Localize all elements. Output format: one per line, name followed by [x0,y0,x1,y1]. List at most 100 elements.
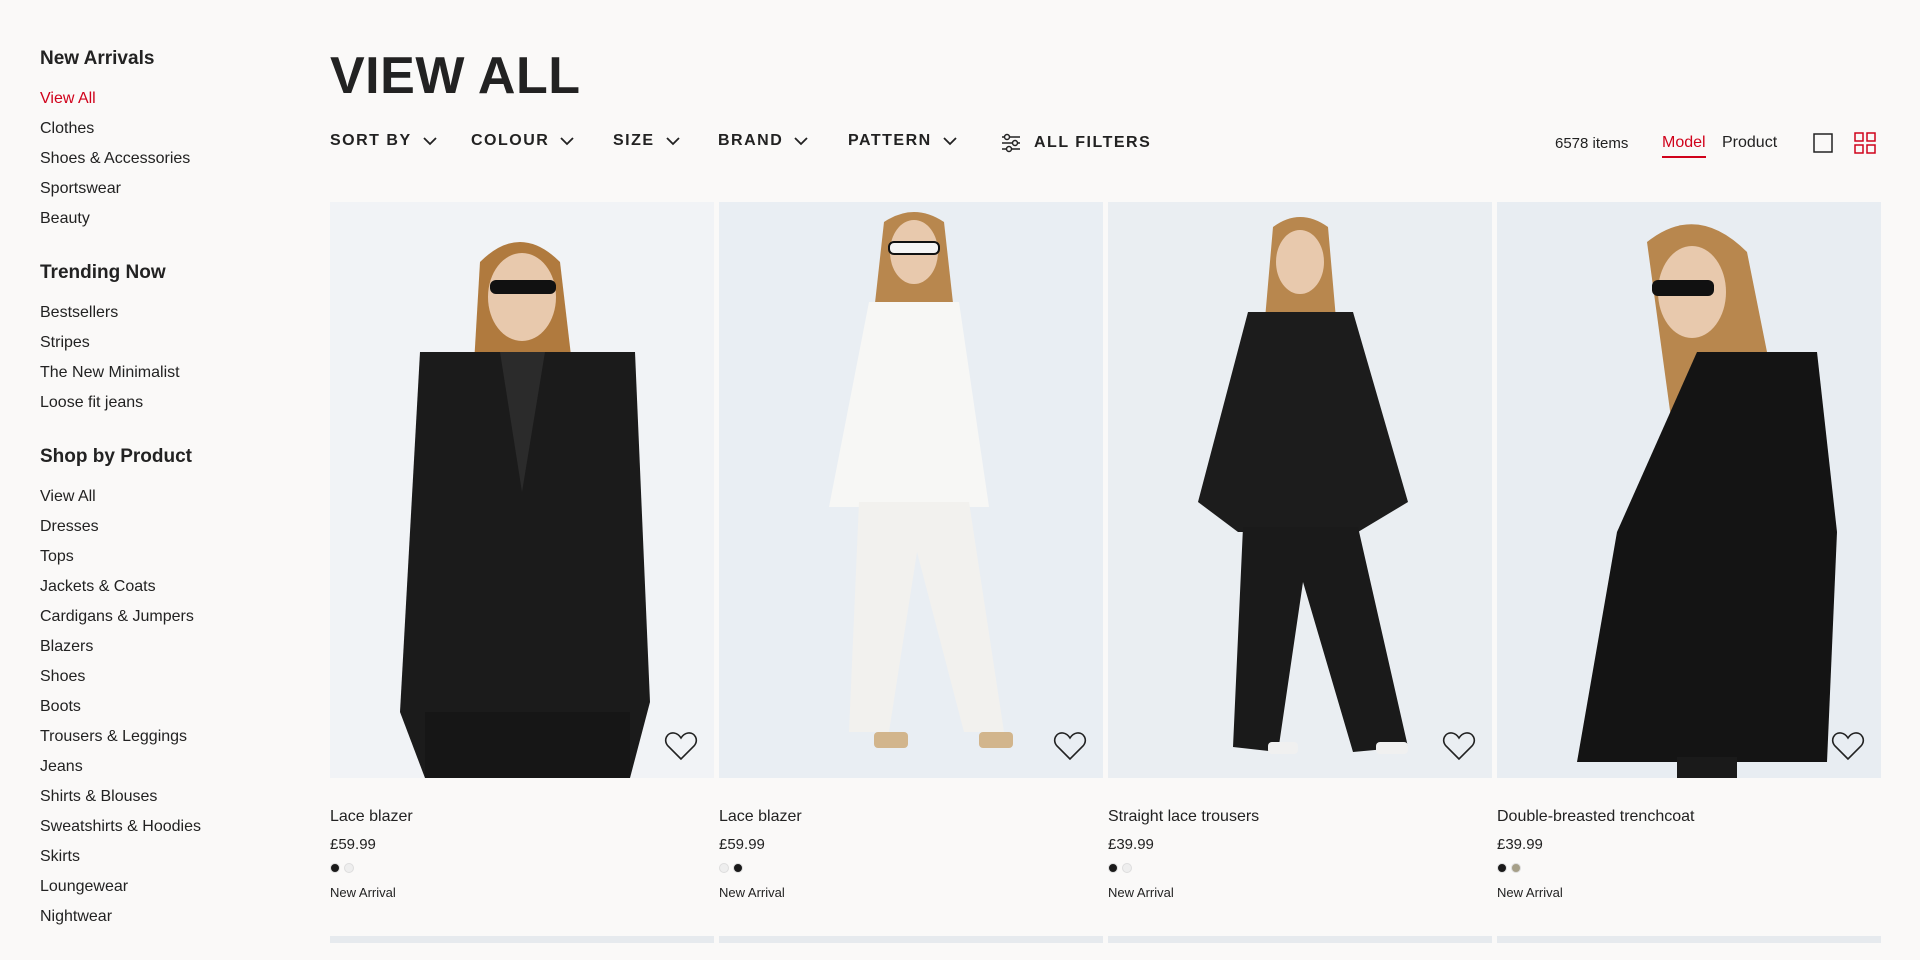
product-photo [400,242,650,778]
sort-by-dropdown[interactable]: SORT BY [330,132,438,150]
product-photo [1198,217,1408,754]
square-icon[interactable] [1812,132,1834,154]
chevron-down-icon [422,137,437,146]
size-dropdown[interactable]: SIZE [613,132,681,150]
sidebar-section-shop-by-product: Shop by Product View All Dresses Tops Ja… [40,446,270,932]
sidebar-section-new-arrivals: New Arrivals View All Clothes Shoes & Ac… [40,48,270,234]
sidebar-item-loungewear[interactable]: Loungewear [40,872,270,902]
colour-dropdown[interactable]: COLOUR [471,132,575,150]
sidebar-item-dresses[interactable]: Dresses [40,512,270,542]
all-filters-button[interactable]: ALL FILTERS [1000,132,1151,154]
product-card-next-row [719,936,1103,943]
product-card-next-row [330,936,714,943]
heart-icon[interactable] [1053,730,1087,762]
new-arrival-badge: New Arrival [719,885,785,900]
color-swatch[interactable] [1122,863,1132,873]
product-photo [829,212,1013,748]
color-swatch[interactable] [719,863,729,873]
heart-icon[interactable] [664,730,698,762]
chevron-down-icon [794,137,808,146]
chevron-down-icon [665,137,680,146]
sidebar-item-jackets-coats[interactable]: Jackets & Coats [40,572,270,602]
all-filters-label: ALL FILTERS [1034,134,1152,151]
sidebar-item-cardigans-jumpers[interactable]: Cardigans & Jumpers [40,602,270,632]
product-price: £59.99 [719,836,765,853]
product-card[interactable]: Lace blazer £59.99 New Arrival [719,202,1103,900]
sliders-icon [1002,133,1020,153]
heart-icon[interactable] [1442,730,1476,762]
sidebar-item-skirts[interactable]: Skirts [40,842,270,872]
product-name[interactable]: Double-breasted trenchcoat [1497,808,1881,826]
sidebar-item-sportswear[interactable]: Sportswear [40,174,270,204]
product-name[interactable]: Lace blazer [330,808,714,826]
category-sidebar: New Arrivals View All Clothes Shoes & Ac… [40,48,270,960]
pattern-label: PATTERN [848,132,932,149]
color-swatches [719,863,1103,873]
sidebar-item-boots[interactable]: Boots [40,692,270,722]
brand-dropdown[interactable]: BRAND [718,132,809,150]
sidebar-item-loose-fit-jeans[interactable]: Loose fit jeans [40,388,270,418]
sidebar-item-jeans[interactable]: Jeans [40,752,270,782]
items-count: 6578 items [1555,135,1629,152]
sidebar-heading: Trending Now [40,262,166,283]
product-name[interactable]: Lace blazer [719,808,1103,826]
product-card-next-row [1108,936,1492,943]
product-price: £59.99 [330,836,376,853]
brand-label: BRAND [718,132,784,149]
model-view-toggle[interactable]: Model [1662,134,1706,158]
sidebar-item-clothes[interactable]: Clothes [40,114,270,144]
color-swatches [330,863,714,873]
sidebar-item-stripes[interactable]: Stripes [40,328,270,358]
sidebar-item-shoes-accessories[interactable]: Shoes & Accessories [40,144,270,174]
color-swatch[interactable] [344,863,354,873]
product-price: £39.99 [1497,836,1543,853]
sidebar-item-shirts-blouses[interactable]: Shirts & Blouses [40,782,270,812]
product-image[interactable] [1108,202,1492,778]
heart-icon[interactable] [1831,730,1865,762]
color-swatch[interactable] [733,863,743,873]
chevron-down-icon [560,137,574,146]
colour-label: COLOUR [471,132,550,149]
color-swatches [1108,863,1492,873]
product-view-toggle[interactable]: Product [1722,134,1777,152]
pattern-dropdown[interactable]: PATTERN [848,132,958,150]
filter-bar: SORT BY COLOUR SIZE BRAND PATTERN ALL FI… [330,132,1880,158]
sidebar-item-blazers[interactable]: Blazers [40,632,270,662]
product-image[interactable] [1497,202,1881,778]
color-swatch[interactable] [1108,863,1118,873]
sidebar-item-new-minimalist[interactable]: The New Minimalist [40,358,270,388]
sidebar-heading: Shop by Product [40,446,192,467]
color-swatch[interactable] [330,863,340,873]
sidebar-item-view-all[interactable]: View All [40,84,270,114]
chevron-down-icon [943,137,957,146]
sidebar-item-view-all-products[interactable]: View All [40,482,270,512]
sidebar-item-trousers-leggings[interactable]: Trousers & Leggings [40,722,270,752]
size-label: SIZE [613,132,655,149]
sidebar-item-tops[interactable]: Tops [40,542,270,572]
product-photo [1577,224,1837,778]
new-arrival-badge: New Arrival [1497,885,1563,900]
sidebar-item-beauty[interactable]: Beauty [40,204,270,234]
product-name[interactable]: Straight lace trousers [1108,808,1492,826]
page-title: VIEW ALL [330,47,581,105]
product-image[interactable] [719,202,1103,778]
grid-four-icon[interactable] [1854,132,1876,154]
color-swatch[interactable] [1497,863,1507,873]
product-card[interactable]: Straight lace trousers £39.99 New Arriva… [1108,202,1492,900]
product-card[interactable]: Double-breasted trenchcoat £39.99 New Ar… [1497,202,1881,900]
sidebar-heading: New Arrivals [40,48,155,69]
sidebar-item-nightwear[interactable]: Nightwear [40,902,270,932]
sidebar-section-trending-now: Trending Now Bestsellers Stripes The New… [40,262,270,418]
product-card[interactable]: Lace blazer £59.99 New Arrival [330,202,714,900]
product-image[interactable] [330,202,714,778]
color-swatches [1497,863,1881,873]
sidebar-item-shoes[interactable]: Shoes [40,662,270,692]
product-card-next-row [1497,936,1881,943]
product-price: £39.99 [1108,836,1154,853]
sort-by-label: SORT BY [330,132,412,149]
new-arrival-badge: New Arrival [1108,885,1174,900]
color-swatch[interactable] [1511,863,1521,873]
new-arrival-badge: New Arrival [330,885,396,900]
sidebar-item-sweatshirts-hoodies[interactable]: Sweatshirts & Hoodies [40,812,270,842]
sidebar-item-bestsellers[interactable]: Bestsellers [40,298,270,328]
